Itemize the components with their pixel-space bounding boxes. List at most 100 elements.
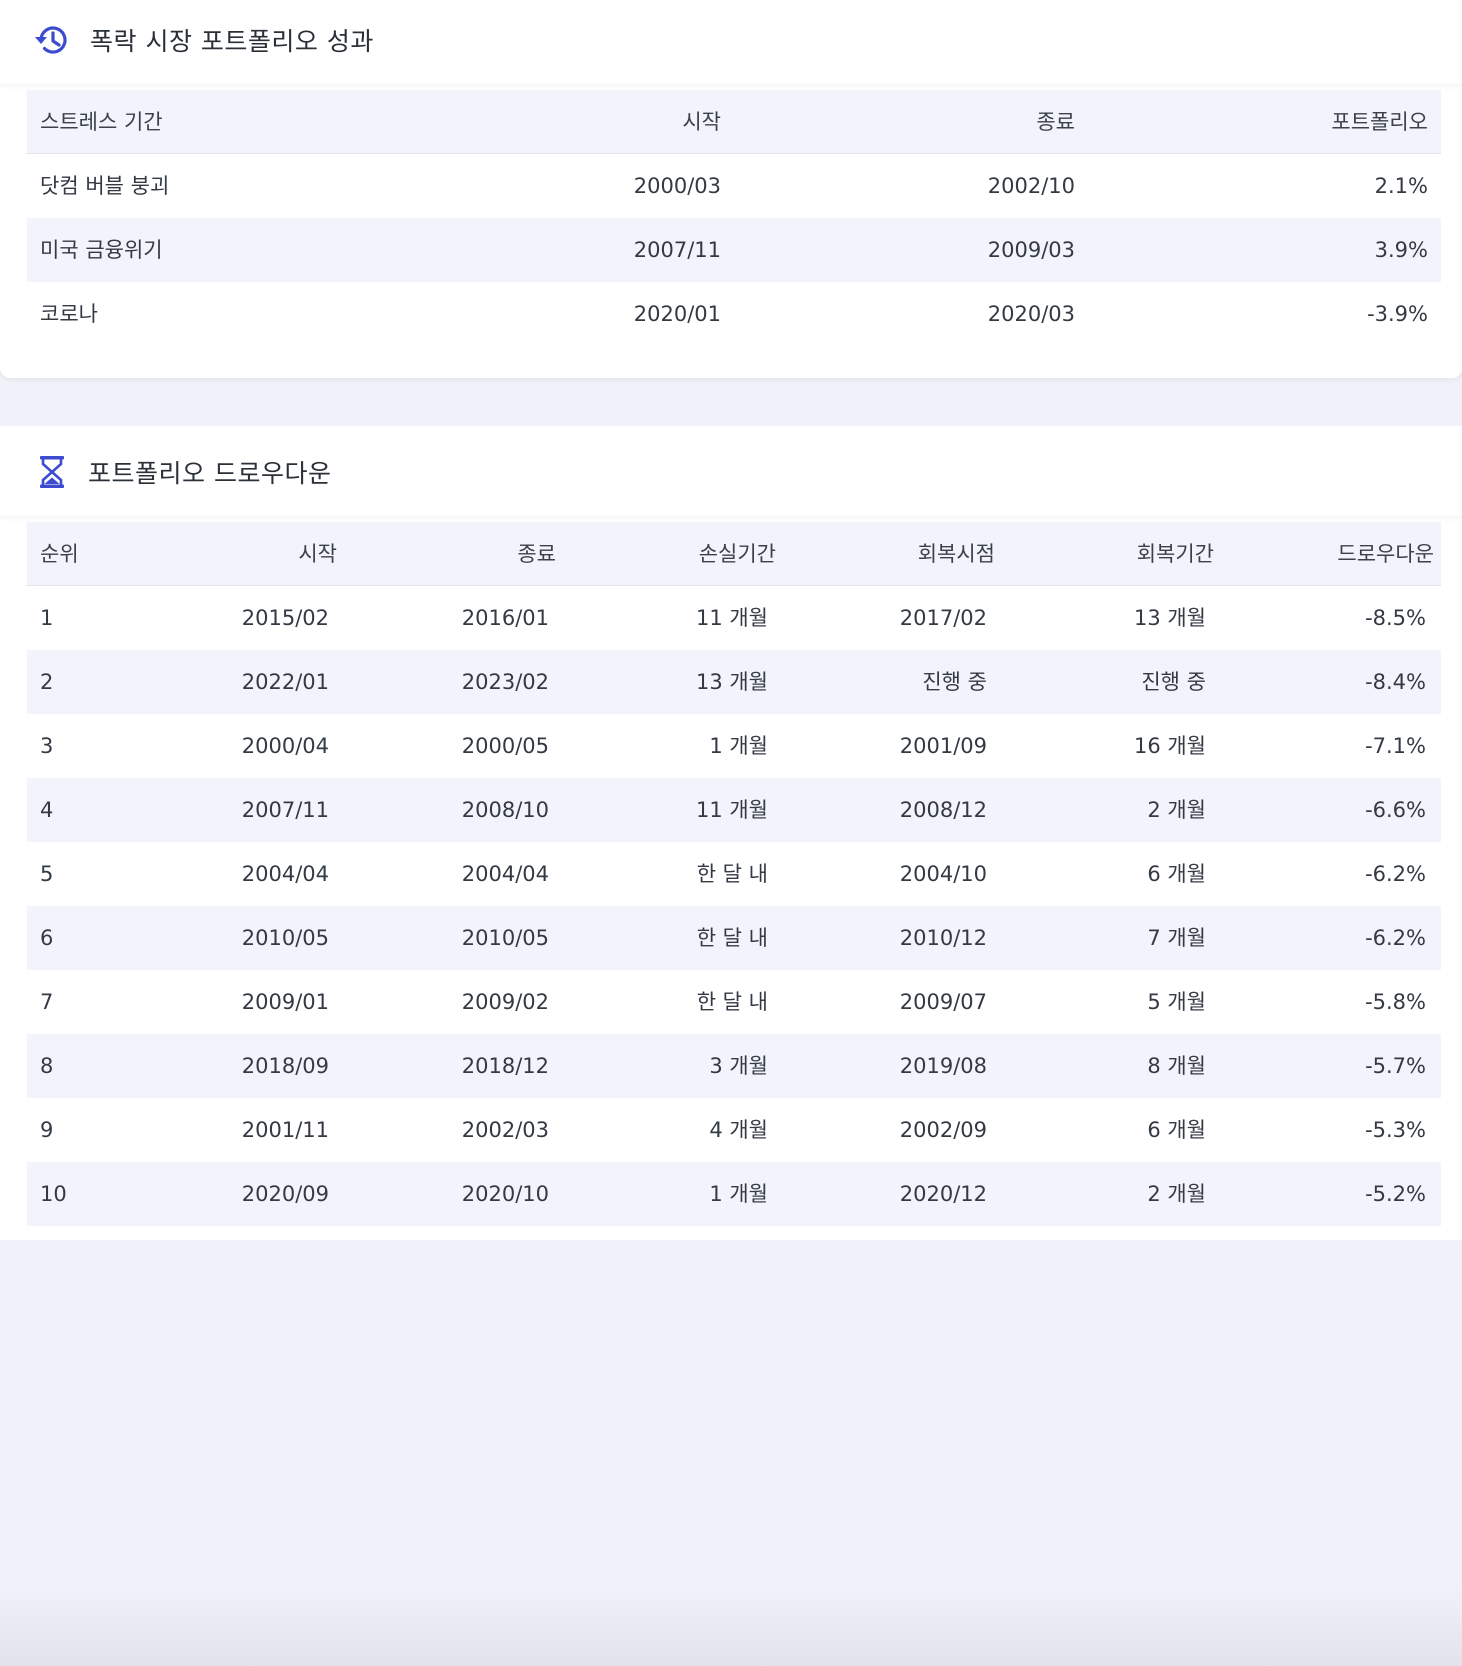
cell-recovery-date: 2001/09 xyxy=(899,734,987,758)
cell-recovery-period: 진행 중 xyxy=(1141,670,1206,694)
col-recovery-period: 회복기간 xyxy=(1136,542,1214,566)
table-row: 10 2020/09 2020/10 1 개월 2020/12 2 개월 -5.2% xyxy=(27,1162,1441,1226)
cell-end: 2008/10 xyxy=(461,798,549,822)
cell-drawdown: -6.2% xyxy=(1365,926,1426,950)
cell-start: 2001/11 xyxy=(241,1118,329,1142)
drawdown-card-header: 포트폴리오 드로우다운 xyxy=(0,426,1462,516)
table-row: 8 2018/09 2018/12 3 개월 2019/08 8 개월 -5.7% xyxy=(27,1034,1441,1098)
cell-recovery-date: 2010/12 xyxy=(899,926,987,950)
table-row: 닷컴 버블 붕괴 2000/03 2002/10 2.1% xyxy=(27,154,1441,218)
table-row: 3 2000/04 2000/05 1 개월 2001/09 16 개월 -7.1% xyxy=(27,714,1441,778)
stress-card-header: 폭락 시장 포트폴리오 성과 xyxy=(0,0,1462,84)
cell-end: 2018/12 xyxy=(461,1054,549,1078)
cell-rank: 10 xyxy=(40,1182,67,1206)
cell-recovery-date: 2009/07 xyxy=(899,990,987,1014)
cell-recovery-date: 2019/08 xyxy=(899,1054,987,1078)
cell-loss-period: 한 달 내 xyxy=(696,990,768,1014)
cell-rank: 9 xyxy=(40,1118,54,1142)
table-row: 2 2022/01 2023/02 13 개월 진행 중 진행 중 -8.4% xyxy=(27,650,1441,714)
cell-start: 2018/09 xyxy=(241,1054,329,1078)
stress-table-header: 스트레스 기간 시작 종료 포트폴리오 xyxy=(27,90,1441,154)
cell-loss-period: 3 개월 xyxy=(709,1054,768,1078)
cell-start: 2007/11 xyxy=(633,238,721,262)
cell-end: 2010/05 xyxy=(461,926,549,950)
cell-loss-period: 한 달 내 xyxy=(696,926,768,950)
cell-stress-period: 닷컴 버블 붕괴 xyxy=(40,174,170,198)
cell-recovery-date: 2008/12 xyxy=(899,798,987,822)
table-row: 코로나 2020/01 2020/03 -3.9% xyxy=(27,282,1441,346)
cell-loss-period: 11 개월 xyxy=(695,606,768,630)
table-row: 미국 금융위기 2007/11 2009/03 3.9% xyxy=(27,218,1441,282)
cell-end: 2023/02 xyxy=(461,670,549,694)
cell-recovery-period: 8 개월 xyxy=(1147,1054,1206,1078)
cell-recovery-period: 6 개월 xyxy=(1147,1118,1206,1142)
cell-drawdown: -6.6% xyxy=(1365,798,1426,822)
cell-loss-period: 1 개월 xyxy=(709,1182,768,1206)
stress-table: 스트레스 기간 시작 종료 포트폴리오 닷컴 버블 붕괴 2000/03 2002/… xyxy=(27,90,1441,346)
cell-drawdown: -7.1% xyxy=(1365,734,1426,758)
cell-rank: 7 xyxy=(40,990,54,1014)
cell-start: 2010/05 xyxy=(241,926,329,950)
col-rank: 순위 xyxy=(40,542,79,566)
cell-start: 2000/03 xyxy=(633,174,721,198)
cell-start: 2015/02 xyxy=(241,606,329,630)
stress-test-card: 폭락 시장 포트폴리오 성과 스트레스 기간 시작 종료 포트폴리오 닷컴 버블… xyxy=(0,0,1462,378)
cell-drawdown: -8.5% xyxy=(1365,606,1426,630)
cell-loss-period: 13 개월 xyxy=(695,670,768,694)
cell-loss-period: 4 개월 xyxy=(709,1118,768,1142)
cell-recovery-period: 7 개월 xyxy=(1147,926,1206,950)
cell-end: 2009/02 xyxy=(461,990,549,1014)
cell-end: 2020/03 xyxy=(987,302,1075,326)
cell-start: 2020/01 xyxy=(633,302,721,326)
cell-end: 2002/03 xyxy=(461,1118,549,1142)
cell-loss-period: 11 개월 xyxy=(695,798,768,822)
cell-end: 2002/10 xyxy=(987,174,1075,198)
cell-end: 2004/04 xyxy=(461,862,549,886)
cell-loss-period: 1 개월 xyxy=(709,734,768,758)
cell-end: 2009/03 xyxy=(987,238,1075,262)
cell-portfolio: 3.9% xyxy=(1374,238,1428,262)
cell-recovery-date: 2020/12 xyxy=(899,1182,987,1206)
table-row: 9 2001/11 2002/03 4 개월 2002/09 6 개월 -5.3% xyxy=(27,1098,1441,1162)
col-loss-period: 손실기간 xyxy=(698,542,776,566)
cell-recovery-period: 2 개월 xyxy=(1147,1182,1206,1206)
cell-stress-period: 미국 금융위기 xyxy=(40,238,163,262)
col-start: 시작 xyxy=(298,542,337,566)
cell-drawdown: -5.2% xyxy=(1365,1182,1426,1206)
drawdown-card: 포트폴리오 드로우다운 순위 시작 종료 손실기간 회복시점 회복기간 드로우다… xyxy=(0,426,1462,1666)
cell-drawdown: -5.7% xyxy=(1365,1054,1426,1078)
cell-rank: 4 xyxy=(40,798,54,822)
cell-end: 2020/10 xyxy=(461,1182,549,1206)
cell-rank: 1 xyxy=(40,606,54,630)
cell-start: 2007/11 xyxy=(241,798,329,822)
col-portfolio: 포트폴리오 xyxy=(1331,110,1428,134)
col-start: 시작 xyxy=(682,110,721,134)
history-icon xyxy=(30,18,74,62)
cell-start: 2020/09 xyxy=(241,1182,329,1206)
cell-end: 2000/05 xyxy=(461,734,549,758)
table-row: 5 2004/04 2004/04 한 달 내 2004/10 6 개월 -6.2% xyxy=(27,842,1441,906)
col-end: 종료 xyxy=(517,542,556,566)
drawdown-table: 순위 시작 종료 손실기간 회복시점 회복기간 드로우다운 1 2015/02 20… xyxy=(27,522,1441,1226)
cell-drawdown: -6.2% xyxy=(1365,862,1426,886)
col-stress-period: 스트레스 기간 xyxy=(40,110,163,134)
cell-start: 2000/04 xyxy=(241,734,329,758)
cell-loss-period: 한 달 내 xyxy=(696,862,768,886)
table-row: 4 2007/11 2008/10 11 개월 2008/12 2 개월 -6.6% xyxy=(27,778,1441,842)
cell-rank: 2 xyxy=(40,670,54,694)
hourglass-icon xyxy=(30,450,74,494)
cell-recovery-date: 2004/10 xyxy=(899,862,987,886)
cell-portfolio: 2.1% xyxy=(1374,174,1428,198)
stress-card-title: 폭락 시장 포트폴리오 성과 xyxy=(90,27,374,56)
cell-drawdown: -8.4% xyxy=(1365,670,1426,694)
col-end: 종료 xyxy=(1036,110,1075,134)
col-drawdown: 드로우다운 xyxy=(1337,542,1434,566)
table-row: 7 2009/01 2009/02 한 달 내 2009/07 5 개월 -5.8% xyxy=(27,970,1441,1034)
cell-drawdown: -5.8% xyxy=(1365,990,1426,1014)
drawdown-table-header: 순위 시작 종료 손실기간 회복시점 회복기간 드로우다운 xyxy=(27,522,1441,586)
cell-rank: 5 xyxy=(40,862,54,886)
cell-recovery-date: 진행 중 xyxy=(922,670,987,694)
cell-portfolio: -3.9% xyxy=(1367,302,1428,326)
cell-recovery-period: 5 개월 xyxy=(1147,990,1206,1014)
table-row: 6 2010/05 2010/05 한 달 내 2010/12 7 개월 -6.2% xyxy=(27,906,1441,970)
